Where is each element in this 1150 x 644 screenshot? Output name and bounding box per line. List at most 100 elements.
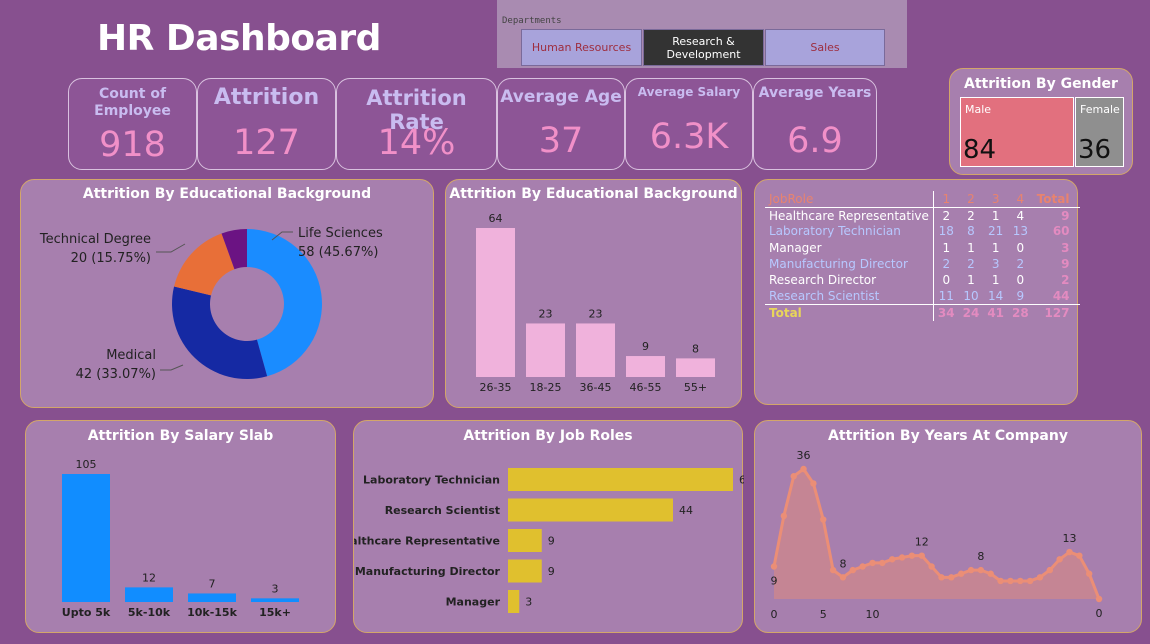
kpi-value: 14% (377, 123, 456, 163)
data-point (938, 574, 945, 581)
data-point (770, 563, 778, 570)
gender-male-tile[interactable]: Male 84 (960, 97, 1074, 167)
kpi-label: Average Years (758, 85, 872, 101)
bar (676, 358, 715, 377)
donut-label-category: Life Sciences (298, 226, 383, 241)
matrix-cell: 8 (967, 224, 975, 239)
data-point (928, 563, 935, 570)
table-row: Manager 1 1 1 0 3 (765, 239, 1080, 256)
job-roles-bar-chart: 60 Laboratory Technician 44 Research Scient… (354, 468, 744, 613)
donut-label-value: 42 (33.07%) (76, 367, 156, 382)
matrix-header-jobrole[interactable]: JobRole (765, 191, 934, 208)
point-data-label: 12 (915, 536, 929, 549)
matrix-cell: 24 (958, 303, 984, 321)
point-data-label: 0 (1096, 607, 1103, 620)
bar-data-label: 23 (539, 307, 553, 320)
bar-data-label: 3 (272, 582, 279, 595)
matrix-cell: 2 (1016, 256, 1025, 271)
bar-data-label: 44 (679, 504, 693, 517)
data-point (1007, 577, 1014, 585)
kpi-label: Average Salary (637, 85, 741, 99)
data-point (948, 574, 955, 581)
table-row: Research Scientist 11 10 14 9 44 (765, 288, 1080, 305)
x-tick-label: 36-45 (580, 381, 612, 394)
bar (188, 593, 236, 602)
education-donut-card: Attrition By Educational Background Life… (20, 179, 434, 408)
matrix-cell: 14 (988, 288, 1004, 303)
data-point (918, 552, 925, 559)
matrix-cell: 3 (991, 256, 1000, 271)
kpi-average-age: Average Age 37 (497, 78, 625, 170)
bar (526, 323, 565, 377)
matrix-role: Laboratory Technician (769, 224, 901, 239)
y-tick-label: Healthcare Representative (354, 535, 500, 548)
matrix-row-total: 3 (1061, 240, 1070, 255)
data-point (1046, 566, 1053, 574)
matrix-row-total: 2 (1061, 273, 1070, 288)
matrix-cell: 0 (1016, 240, 1025, 255)
donut-slice-medical (172, 286, 268, 379)
data-point (889, 556, 896, 563)
gender-male-value: 84 (963, 135, 997, 165)
data-point (1026, 577, 1034, 585)
matrix-cell: 2 (932, 207, 959, 224)
gender-female-tile[interactable]: Female 36 (1075, 97, 1124, 167)
data-point (1076, 552, 1083, 559)
kpi-label: Average Age (500, 87, 622, 107)
data-point (1066, 548, 1073, 556)
matrix-cell: 11 (932, 288, 959, 305)
table-row: Healthcare Representative 2 2 1 4 9 (765, 207, 1080, 224)
bar-data-label: 12 (142, 571, 156, 584)
point-data-label: 8 (839, 557, 846, 570)
y-tick-label: Laboratory Technician (363, 474, 500, 487)
point-data-label: 8 (977, 550, 984, 563)
attrition-by-gender-card: Attrition By Gender Male 84 Female 36 (949, 68, 1133, 175)
data-point (849, 566, 856, 574)
matrix-header-2: 2 (958, 191, 984, 208)
salary-slab-bar-chart: 105 Upto 5k 12 5k-10k 7 10k-15k 3 15k+ (62, 458, 299, 619)
bar-data-label: 8 (692, 342, 699, 355)
gender-female-label: Female (1080, 103, 1120, 116)
slicer-option-sales[interactable]: Sales (765, 29, 885, 66)
matrix-cell: 28 (1008, 303, 1033, 321)
slicer-option-research-development[interactable]: Research & Development (643, 29, 764, 66)
x-tick-label: Upto 5k (62, 606, 111, 619)
bar-data-label: 9 (548, 535, 555, 548)
age-bar-chart: 64 26-35 23 18-25 23 36-45 9 46-55 8 55+ (476, 212, 715, 394)
matrix-row-total: 9 (1061, 256, 1070, 271)
slicer-option-human-resources[interactable]: Human Resources (521, 29, 642, 66)
matrix-cell: 4 (1016, 208, 1025, 223)
table-row: Laboratory Technician 18 8 21 13 60 (765, 223, 1080, 240)
donut-label-category: Technical Degree (39, 232, 151, 247)
data-point (800, 465, 807, 473)
matrix-cell: 1 (991, 273, 1000, 288)
kpi-label: Attrition (213, 85, 320, 110)
x-tick-label: 10 (866, 608, 880, 621)
bar (508, 529, 542, 552)
kpi-average-salary: Average Salary 6.3K (625, 78, 753, 170)
table-row: Research Director 0 1 1 0 2 (765, 271, 1080, 289)
bar-data-label: 3 (525, 596, 532, 609)
matrix-role: Research Scientist (769, 288, 880, 303)
x-tick-label: 15k+ (259, 606, 291, 619)
data-point (967, 566, 975, 574)
table-row: Manufacturing Director 2 2 3 2 9 (765, 255, 1080, 272)
kpi-average-years: Average Years 6.9 (753, 78, 877, 170)
y-tick-label: Manufacturing Director (355, 565, 501, 578)
data-point (1056, 556, 1063, 563)
data-point (898, 554, 906, 561)
data-point (997, 577, 1004, 585)
years-area-chart: 9 36 8 12 8 13 0 0 5 10 (770, 449, 1103, 621)
data-point (1036, 574, 1044, 581)
donut-label-value: 20 (15.75%) (71, 251, 151, 266)
bar (508, 590, 520, 613)
matrix-cell: 2 (967, 256, 975, 271)
matrix-row-total: 60 (1052, 224, 1070, 239)
matrix-cell: 0 (1016, 273, 1025, 288)
salary-slab-card: Attrition By Salary Slab 105 Upto 5k 12 5k-… (25, 420, 336, 633)
matrix-header-4: 4 (1008, 191, 1033, 208)
data-point (879, 559, 886, 567)
data-point (820, 516, 827, 523)
point-data-label: 13 (1063, 532, 1077, 545)
jobrole-matrix: JobRole 1 2 3 4 Total Healthcare Represe… (765, 191, 1080, 321)
